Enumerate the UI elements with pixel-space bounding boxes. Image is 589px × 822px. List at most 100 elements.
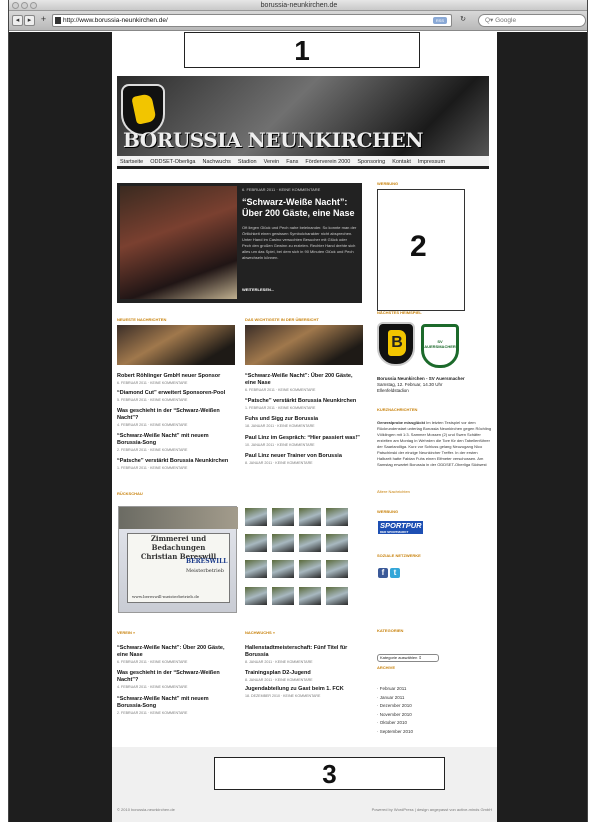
- post-title[interactable]: “Schwarz-Weiße Nacht” mit neuem Borussia…: [117, 433, 235, 447]
- archive-link[interactable]: · Dezember 2010: [377, 702, 487, 711]
- category-select[interactable]: Kategorie auswählen ⇕: [377, 654, 439, 662]
- post-item[interactable]: Was geschieht in der “Schwarz-Weißen Nac…: [117, 670, 235, 689]
- post-item[interactable]: “Schwarz-Weiße Nacht” mit neuem Borussia…: [117, 696, 235, 715]
- section-short-news: KURZNACHRICHTEN: [377, 407, 418, 412]
- post-item[interactable]: Paul Linz im Gespräch: “Hier passiert wa…: [245, 435, 363, 447]
- post-title[interactable]: Jugendabteilung zu Gast beim 1. FCK: [245, 686, 363, 693]
- post-title[interactable]: Fuhs und Sigg zur Borussia: [245, 416, 363, 423]
- post-item[interactable]: “Schwarz-Weiße Nacht”: Über 200 Gäste, e…: [245, 373, 363, 392]
- post-title[interactable]: Paul Linz neuer Trainer von Borussia: [245, 453, 363, 460]
- short-news-lead[interactable]: Generalprobe missglückt: [377, 420, 425, 425]
- nav-item[interactable]: Impressum: [418, 156, 445, 166]
- twitter-icon[interactable]: t: [390, 568, 400, 578]
- post-title[interactable]: “Patsche” verstärkt Borussia Neunkirchen: [117, 458, 235, 465]
- gallery-thumbnail[interactable]: [299, 587, 321, 605]
- reload-button[interactable]: ↻: [457, 15, 469, 26]
- gallery-thumbnail[interactable]: [245, 508, 267, 526]
- post-title[interactable]: “Patsche” verstärkt Borussia Neunkirchen: [245, 398, 363, 405]
- close-window-icon[interactable]: [12, 2, 19, 9]
- post-title[interactable]: “Schwarz-Weiße Nacht”: Über 200 Gäste, e…: [117, 645, 235, 659]
- home-team-crest[interactable]: B: [377, 322, 415, 366]
- featured-title[interactable]: “Schwarz-Weiße Nacht”: Über 200 Gäste, e…: [242, 197, 357, 219]
- section-overview: DAS WICHTIGSTE IN DER ÜBERSICHT: [245, 317, 319, 322]
- post-title[interactable]: Was geschieht in der “Schwarz-Weißen Nac…: [117, 408, 235, 422]
- footer-credits[interactable]: Powered by WordPress | design angepasst …: [372, 807, 492, 812]
- nav-item[interactable]: Sponsoring: [357, 156, 385, 166]
- post-title[interactable]: Robert Röhlinger GmbH neuer Sponsor: [117, 373, 235, 380]
- gallery-thumbnail[interactable]: [272, 560, 294, 578]
- section-youth[interactable]: NACHWUCHS »: [245, 630, 275, 635]
- address-bar[interactable]: http://www.borussia-neunkirchen.de/ RSS: [52, 14, 452, 27]
- nav-item[interactable]: Nachwuchs: [202, 156, 230, 166]
- post-title[interactable]: “Schwarz-Weiße Nacht” mit neuem Borussia…: [117, 696, 235, 710]
- nav-item[interactable]: Stadion: [238, 156, 257, 166]
- gallery-thumbnail[interactable]: [272, 587, 294, 605]
- gallery-thumbnail[interactable]: [326, 534, 348, 552]
- archive-link[interactable]: · November 2010: [377, 711, 487, 720]
- archive-link[interactable]: · Februar 2011: [377, 685, 487, 694]
- forward-button[interactable]: ▸: [24, 15, 35, 26]
- gallery-thumbnail[interactable]: [245, 534, 267, 552]
- gallery-thumbnail[interactable]: [299, 508, 321, 526]
- nav-item[interactable]: Förderverein 2000: [305, 156, 350, 166]
- gallery-thumbnail[interactable]: [326, 560, 348, 578]
- zoom-window-icon[interactable]: [30, 2, 37, 9]
- gallery-thumbnail[interactable]: [299, 560, 321, 578]
- post-title[interactable]: Paul Linz im Gespräch: “Hier passiert wa…: [245, 435, 363, 442]
- post-title[interactable]: “Diamond Cut” erweitert Sponsoren-Pool: [117, 390, 235, 397]
- post-title[interactable]: “Schwarz-Weiße Nacht”: Über 200 Gäste, e…: [245, 373, 363, 387]
- gallery-thumbnail[interactable]: [326, 508, 348, 526]
- ad-placeholder: 2: [377, 189, 465, 311]
- nav-item[interactable]: ODDSET-Oberliga: [150, 156, 195, 166]
- gallery-thumbnail[interactable]: [272, 534, 294, 552]
- latest-thumbnail[interactable]: [117, 325, 235, 365]
- read-more-link[interactable]: WEITERLESEN...: [242, 287, 274, 292]
- post-item[interactable]: “Patsche” verstärkt Borussia Neunkirchen…: [245, 398, 363, 410]
- post-item[interactable]: Fuhs und Sigg zur Borussia 18. JANUAR 201…: [245, 416, 363, 428]
- nav-item[interactable]: Kontakt: [392, 156, 411, 166]
- archive-link[interactable]: · Oktober 2010: [377, 719, 487, 728]
- rss-icon[interactable]: RSS: [433, 17, 447, 24]
- window-title: borussia-neunkirchen.de: [260, 2, 338, 9]
- site-brand[interactable]: BORUSSIA NEUNKIRCHEN: [123, 128, 424, 152]
- section-club[interactable]: VEREIN »: [117, 630, 135, 635]
- post-title[interactable]: Trainingsplan D2-Jugend: [245, 670, 363, 677]
- nav-item[interactable]: Verein: [264, 156, 280, 166]
- overview-thumbnail[interactable]: [245, 325, 363, 365]
- gallery-thumbnail[interactable]: [299, 534, 321, 552]
- archive-link[interactable]: · Januar 2011: [377, 694, 487, 703]
- search-input[interactable]: Q▾ Google: [478, 14, 586, 27]
- gallery-thumbnail[interactable]: [326, 587, 348, 605]
- post-item[interactable]: Trainingsplan D2-Jugend 8. JANUAR 2011 · …: [245, 670, 363, 682]
- gallery-thumbnail[interactable]: [245, 587, 267, 605]
- page-viewport: 1 BORUSSIA NEUNKIRCHEN Startseite ODDSET-…: [9, 32, 587, 822]
- post-item[interactable]: Robert Röhlinger GmbH neuer Sponsor 6. FE…: [117, 373, 235, 385]
- nav-item[interactable]: Startseite: [120, 156, 143, 166]
- post-item[interactable]: “Diamond Cut” erweitert Sponsoren-Pool 5.…: [117, 390, 235, 402]
- minimize-window-icon[interactable]: [21, 2, 28, 9]
- post-item[interactable]: “Schwarz-Weiße Nacht”: Über 200 Gäste, e…: [117, 645, 235, 664]
- facebook-icon[interactable]: f: [378, 568, 388, 578]
- post-item[interactable]: Was geschieht in der “Schwarz-Weißen Nac…: [117, 408, 235, 427]
- post-title[interactable]: Was geschieht in der “Schwarz-Weißen Nac…: [117, 670, 235, 684]
- post-item[interactable]: “Patsche” verstärkt Borussia Neunkirchen…: [117, 458, 235, 470]
- sportpur-ad[interactable]: SPORTPUR DER SPORTMARKT: [378, 521, 423, 534]
- archive-link[interactable]: · September 2010: [377, 728, 487, 737]
- gallery-thumbnail[interactable]: [245, 560, 267, 578]
- older-news-link[interactable]: Ältere Nachrichten: [377, 489, 410, 494]
- post-title[interactable]: Hallenstadtmeisterschaft: Fünf Titel für…: [245, 645, 363, 659]
- post-item[interactable]: Jugendabteilung zu Gast beim 1. FCK 18. D…: [245, 686, 363, 698]
- back-button[interactable]: ◂: [12, 15, 23, 26]
- post-meta: 6. FEBRUAR 2011 · KEINE KOMMENTARE: [117, 381, 188, 385]
- featured-post[interactable]: 6. FEBRUAR 2011 · KEINE KOMMENTARE “Schw…: [117, 183, 362, 303]
- review-image[interactable]: Zimmerei und Bedachungen Christian Beres…: [118, 506, 238, 613]
- post-item[interactable]: Paul Linz neuer Trainer von Borussia 8. J…: [245, 453, 363, 465]
- featured-image[interactable]: [120, 186, 237, 299]
- post-item[interactable]: “Schwarz-Weiße Nacht” mit neuem Borussia…: [117, 433, 235, 452]
- new-tab-button[interactable]: +: [38, 15, 49, 26]
- away-team-crest[interactable]: SV AUERSMACHER: [421, 324, 459, 368]
- section-ad-2: WERBUNG: [377, 509, 399, 514]
- gallery-thumbnail[interactable]: [272, 508, 294, 526]
- nav-item[interactable]: Fans: [286, 156, 298, 166]
- post-item[interactable]: Hallenstadtmeisterschaft: Fünf Titel für…: [245, 645, 363, 664]
